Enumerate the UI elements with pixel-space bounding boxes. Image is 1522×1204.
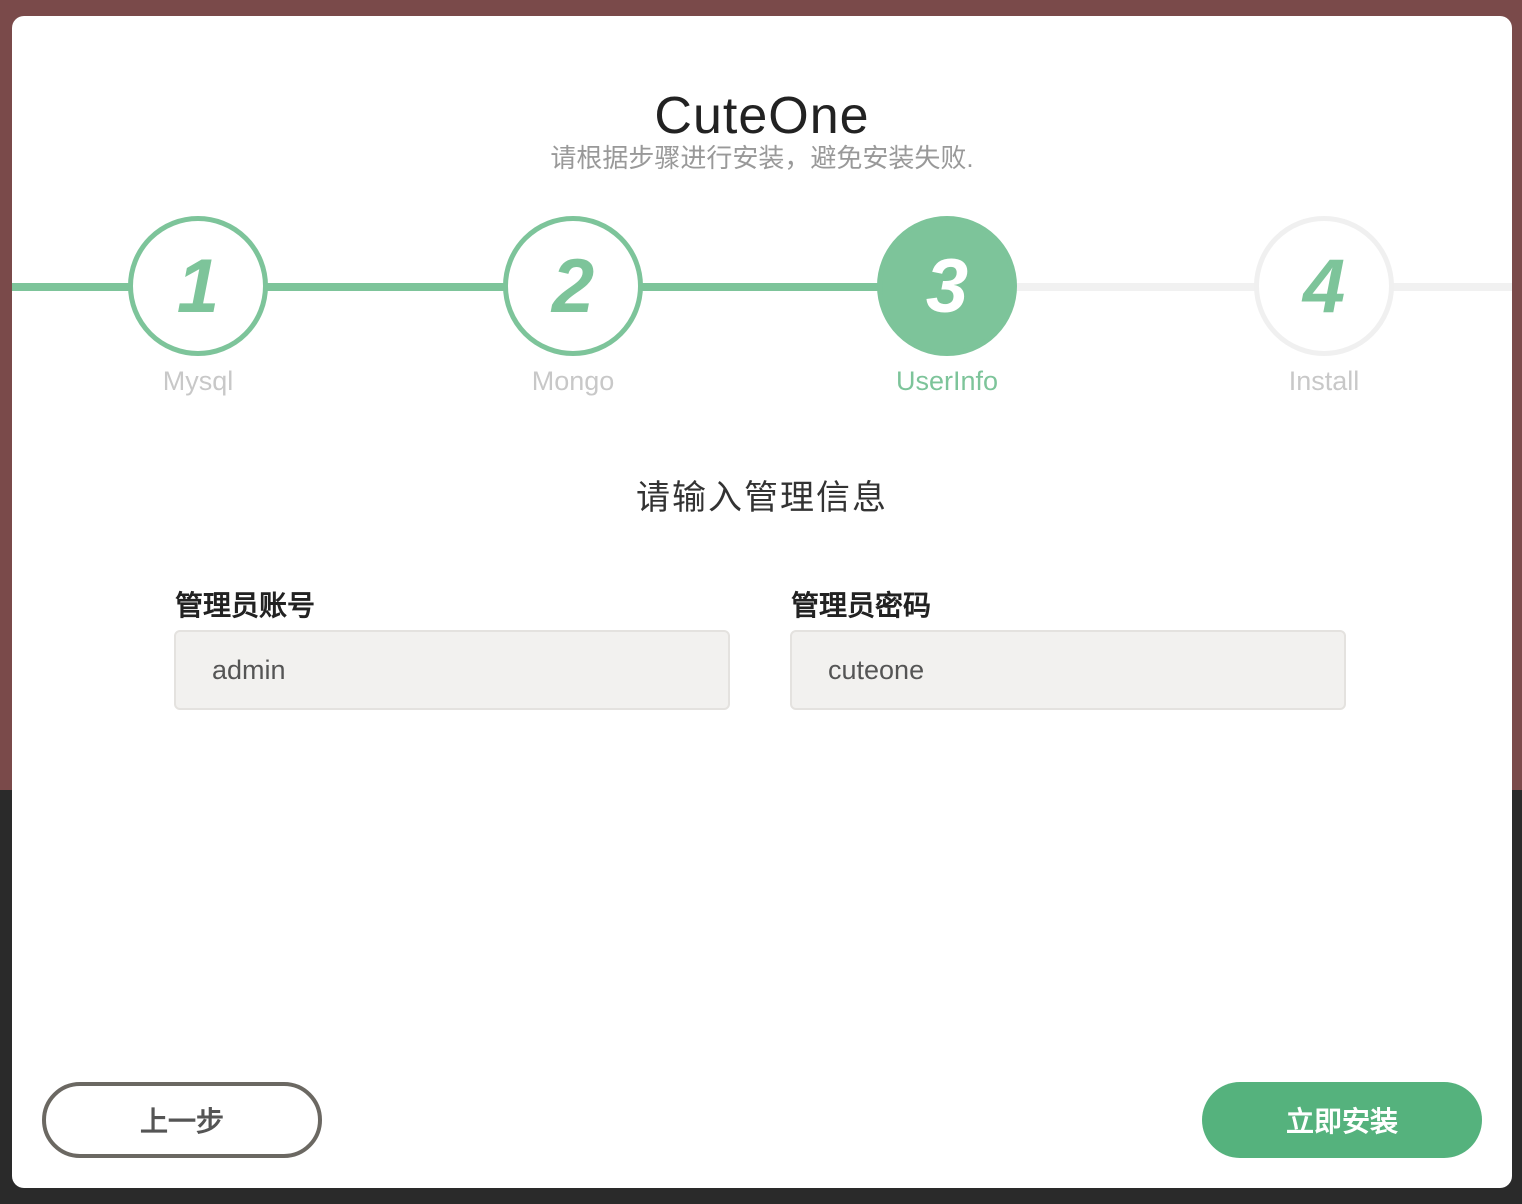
password-label: 管理员密码 xyxy=(791,590,932,621)
step-circle-3: 3 xyxy=(877,216,1017,356)
username-input[interactable] xyxy=(174,630,730,710)
step-track-2 xyxy=(637,283,887,291)
step-mysql[interactable]: 1 Mysql xyxy=(128,216,268,396)
app-title: CuteOne xyxy=(654,87,870,145)
app-subtitle: 请根据步骤进行安装，避免安装失败. xyxy=(550,143,974,173)
step-circle-2: 2 xyxy=(503,216,643,356)
step-circle-4: 4 xyxy=(1254,216,1394,356)
username-label: 管理员账号 xyxy=(175,590,316,621)
install-modal: CuteOne 请根据步骤进行安装，避免安装失败. 1 Mysql 2 Mong… xyxy=(12,16,1512,1188)
step-track-3 xyxy=(1012,283,1262,291)
password-input[interactable] xyxy=(790,630,1346,710)
step-label-mongo: Mongo xyxy=(531,366,615,396)
step-install[interactable]: 4 Install xyxy=(1254,216,1394,396)
section-title: 请输入管理信息 xyxy=(636,479,888,517)
install-button[interactable]: 立即安装 xyxy=(1202,1082,1482,1158)
step-userinfo[interactable]: 3 UserInfo xyxy=(877,216,1017,396)
step-label-install: Install xyxy=(1288,366,1360,396)
step-label-mysql: Mysql xyxy=(162,366,234,396)
step-mongo[interactable]: 2 Mongo xyxy=(503,216,643,396)
step-circle-1: 1 xyxy=(128,216,268,356)
step-label-userinfo: UserInfo xyxy=(895,366,999,396)
step-track-1 xyxy=(262,283,512,291)
prev-step-button[interactable]: 上一步 xyxy=(42,1082,322,1158)
step-track-4 xyxy=(1387,283,1512,291)
